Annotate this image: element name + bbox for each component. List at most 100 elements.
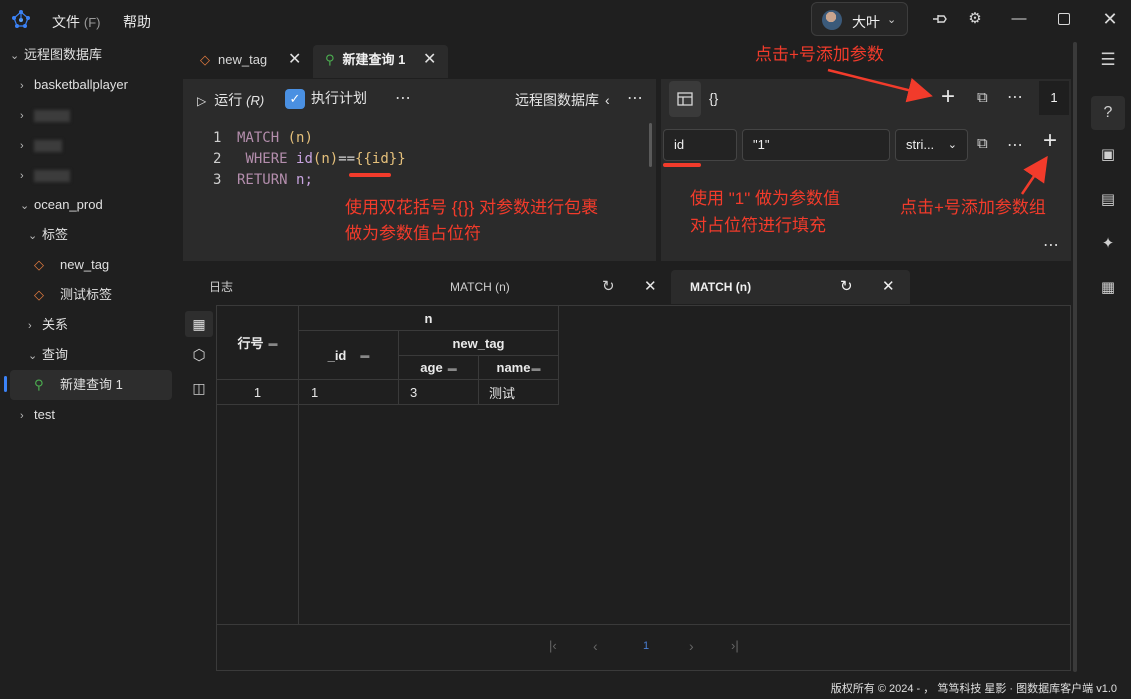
tab-new-query-1[interactable]: ⚲ 新建查询 1 ✕ bbox=[313, 45, 448, 78]
menu-file[interactable]: 文件 (F) bbox=[52, 12, 101, 32]
code-line-1[interactable]: 1 MATCH (n) bbox=[213, 128, 313, 149]
avatar bbox=[822, 10, 842, 30]
maximize-icon[interactable] bbox=[1052, 8, 1076, 30]
sort-icon: ▬ bbox=[360, 350, 370, 360]
sort-icon: ▬ bbox=[268, 337, 278, 348]
tree-item-new-tag[interactable]: ◇ new_tag bbox=[34, 250, 109, 280]
table-cell[interactable]: 1 bbox=[217, 380, 299, 405]
help-icon[interactable]: ? bbox=[1091, 96, 1125, 130]
tab-result-1[interactable]: MATCH (n) bbox=[450, 270, 510, 304]
column-header-row[interactable]: 行号 ▬ bbox=[217, 306, 299, 380]
refresh-icon[interactable]: ↻ bbox=[602, 270, 615, 304]
tree-item-hidden-3[interactable]: › bbox=[20, 160, 70, 190]
param-type-select[interactable]: stri... ⌄ bbox=[895, 129, 968, 161]
graph-view-icon[interactable]: ⬡ bbox=[185, 343, 213, 369]
chevron-down-icon: ⌄ bbox=[28, 350, 38, 362]
wallet-icon[interactable]: ▣ bbox=[1095, 142, 1121, 168]
document-icon[interactable]: ▤ bbox=[1095, 187, 1121, 213]
tab-result-2[interactable]: MATCH (n) ↻ ✕ bbox=[671, 270, 910, 304]
tree-item-label: new_tag bbox=[60, 257, 110, 272]
copy-icon[interactable]: ⧉ bbox=[977, 135, 988, 152]
copy-icon[interactable]: ⧉ bbox=[977, 89, 988, 106]
tree-item-label: ocean_prod bbox=[34, 197, 103, 212]
table-cell[interactable]: 3 bbox=[399, 380, 479, 405]
column-header-age[interactable]: age ▬ bbox=[399, 356, 479, 380]
more-options-icon[interactable]: ⋯ bbox=[1007, 87, 1024, 107]
more-options-icon[interactable]: ⋯ bbox=[627, 88, 644, 108]
annotation-underline bbox=[349, 173, 391, 177]
pin-icon[interactable] bbox=[928, 8, 952, 30]
more-options-icon[interactable]: ⋯ bbox=[395, 88, 412, 108]
table-view-icon[interactable] bbox=[669, 81, 701, 117]
editor-tabs: ◇ new_tag ✕ ⚲ 新建查询 1 ✕ bbox=[180, 38, 1075, 78]
editor-scrollbar[interactable] bbox=[649, 123, 652, 167]
first-page-icon[interactable]: |‹ bbox=[549, 638, 557, 653]
chevron-down-icon: ⌄ bbox=[10, 50, 20, 62]
param-value-field[interactable]: "1" bbox=[742, 129, 890, 161]
tree-item-tags[interactable]: ⌄ 标签 bbox=[28, 220, 68, 250]
user-menu-button[interactable]: 大叶 ⌄ bbox=[811, 2, 908, 36]
execution-plan-toggle[interactable]: ✓ 执行计划 bbox=[285, 88, 367, 110]
chevron-right-icon: › bbox=[20, 410, 24, 422]
column-header-id[interactable]: _id ▬ bbox=[299, 331, 399, 380]
next-page-icon[interactable]: › bbox=[689, 638, 694, 654]
minimize-icon[interactable]: — bbox=[1007, 8, 1031, 30]
tab-label: MATCH (n) bbox=[690, 280, 752, 294]
menu-icon[interactable]: ☰ bbox=[1095, 47, 1121, 73]
table-view-icon[interactable]: ▦ bbox=[185, 311, 213, 337]
chevron-right-icon: › bbox=[20, 110, 24, 122]
calculator-icon[interactable]: ▦ bbox=[1095, 275, 1121, 301]
add-param-group-icon[interactable]: + bbox=[1043, 127, 1057, 155]
chevron-right-icon: › bbox=[20, 140, 24, 152]
tree-item-label: 关系 bbox=[42, 317, 69, 332]
close-window-icon[interactable]: ✕ bbox=[1098, 8, 1122, 30]
close-tab-icon[interactable]: ✕ bbox=[644, 270, 657, 304]
sort-icon: ▬ bbox=[531, 362, 541, 373]
add-param-icon[interactable]: + bbox=[941, 83, 955, 111]
chevron-down-icon: ⌄ bbox=[20, 200, 30, 212]
tree-item-new-query-1[interactable]: ⚲ 新建查询 1 bbox=[10, 370, 172, 400]
column-header-name[interactable]: name ▬ bbox=[479, 356, 559, 380]
refresh-icon[interactable]: ↻ bbox=[840, 270, 853, 304]
json-view-button[interactable]: {} bbox=[709, 90, 718, 106]
page-number[interactable]: 1 bbox=[643, 640, 649, 652]
code-line-3[interactable]: 3 RETURN n; bbox=[213, 170, 313, 191]
tree-item-label: 查询 bbox=[42, 347, 69, 362]
close-tab-icon[interactable]: ✕ bbox=[288, 45, 301, 75]
tree-item-hidden-2[interactable]: › bbox=[20, 130, 62, 160]
run-button[interactable]: ▷ 运行 (R) bbox=[197, 90, 264, 110]
table-cell[interactable]: 测试 bbox=[479, 380, 559, 405]
tree-item-edges[interactable]: › 关系 bbox=[28, 310, 68, 340]
tree-item-ocean-prod[interactable]: ⌄ ocean_prod bbox=[20, 190, 103, 220]
close-tab-icon[interactable]: ✕ bbox=[423, 45, 436, 75]
redacted-label bbox=[34, 109, 70, 122]
play-icon: ▷ bbox=[197, 94, 207, 108]
main-scrollbar[interactable] bbox=[1073, 42, 1077, 672]
tree-item-hidden-1[interactable]: › bbox=[20, 100, 70, 130]
param-group-count[interactable]: 1 bbox=[1039, 81, 1069, 115]
tag-icon: ◇ bbox=[34, 287, 44, 302]
plan-view-icon[interactable]: ◫ bbox=[185, 375, 213, 401]
table-cell[interactable]: 1 bbox=[299, 380, 399, 405]
more-options-icon[interactable]: ⋯ bbox=[1043, 235, 1060, 255]
close-tab-icon[interactable]: ✕ bbox=[882, 270, 895, 304]
magic-wand-icon[interactable]: ✦ bbox=[1095, 231, 1121, 257]
prev-page-icon[interactable]: ‹ bbox=[593, 638, 598, 654]
code-function: id bbox=[296, 151, 313, 167]
menu-help[interactable]: 帮助 bbox=[123, 12, 151, 32]
tree-item-basketballplayer[interactable]: › basketballplayer bbox=[20, 70, 128, 100]
code-line-2[interactable]: 2 WHERE id(n)=={{id}} bbox=[213, 149, 406, 170]
gear-icon[interactable]: ⚙ bbox=[963, 8, 987, 30]
tab-new-tag[interactable]: ◇ new_tag ✕ bbox=[188, 45, 313, 78]
more-options-icon[interactable]: ⋯ bbox=[1007, 135, 1024, 155]
tree-item-queries[interactable]: ⌄ 查询 bbox=[28, 340, 68, 370]
tree-root[interactable]: ⌄ 远程图数据库 bbox=[10, 40, 102, 70]
tab-log[interactable]: 日志 bbox=[209, 270, 233, 304]
result-tabs: 日志 MATCH (n) ↻ ✕ MATCH (n) ↻ ✕ bbox=[180, 270, 1075, 306]
tree-item-test[interactable]: › test bbox=[20, 400, 55, 430]
last-page-icon[interactable]: ›| bbox=[731, 638, 739, 653]
connection-selector[interactable]: 远程图数据库 ‹ bbox=[515, 90, 610, 110]
header-label: 行号 bbox=[237, 336, 264, 351]
param-name-field[interactable]: id bbox=[663, 129, 737, 161]
tree-item-test-tag[interactable]: ◇ 测试标签 bbox=[34, 280, 112, 310]
